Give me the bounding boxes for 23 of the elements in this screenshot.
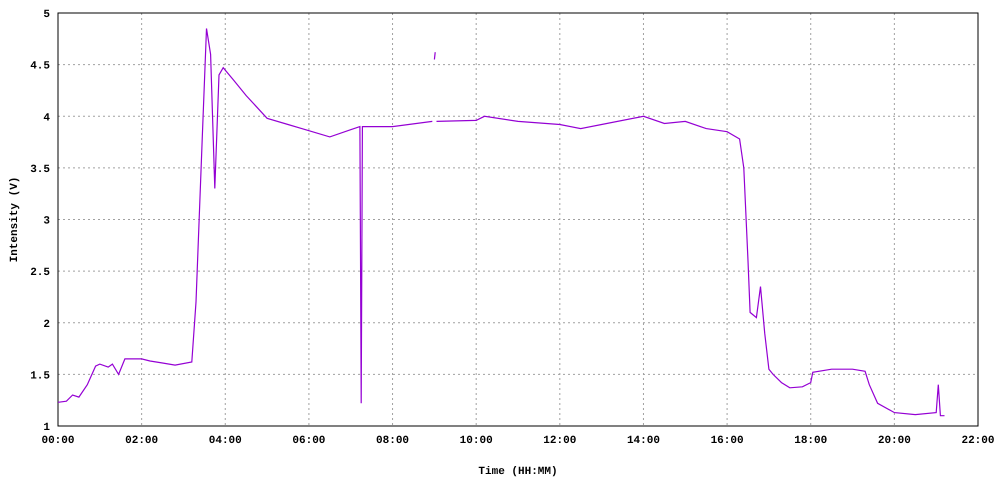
tick-label: 3.5 [30,164,50,176]
tick-label: 2 [43,318,50,331]
tick-label: 14:00 [626,435,660,447]
axis-title: Intensity (V) [9,176,21,262]
tick-label: 4 [43,112,50,124]
axis-title: Time (HH:MM) [478,466,558,478]
tick-label: 1 [43,422,50,434]
tick-label: 10:00 [460,435,493,447]
tick-label: 4.5 [30,60,50,73]
tick-label: 00:00 [42,435,74,447]
tick-label: 12:00 [543,435,576,447]
tick-label: 06:00 [292,435,326,447]
tick-label: 18:00 [794,435,828,447]
tick-label: 5 [43,9,50,21]
tick-label: 1.5 [30,370,50,382]
tick-label: 04:00 [208,435,242,447]
tick-label: 02:00 [125,435,158,447]
tick-label: 2.5 [30,267,50,280]
tick-label: 20:00 [878,435,911,447]
tick-label: 3 [43,216,50,228]
tick-label: 16:00 [710,435,744,447]
tick-label: 08:00 [376,435,410,447]
tick-label: 22:00 [962,435,994,447]
